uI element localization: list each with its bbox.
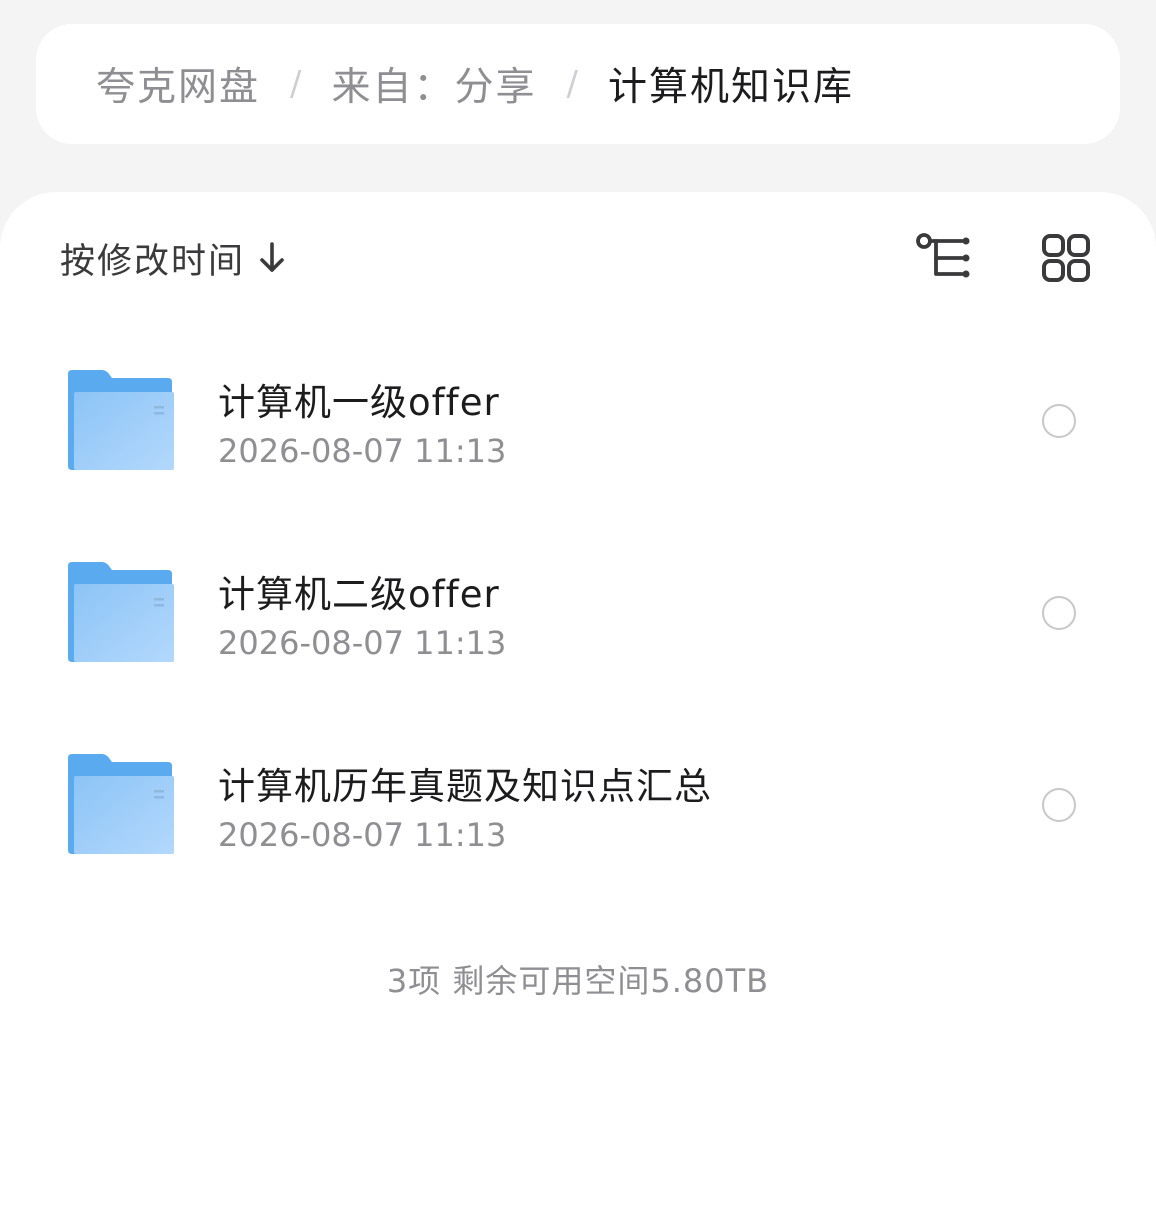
breadcrumb-item-current: 计算机知识库 xyxy=(607,65,854,110)
list-item[interactable]: 计算机二级offer 2026-08-07 11:13 xyxy=(0,534,1156,726)
file-date: 2026-08-07 11:13 xyxy=(218,432,507,470)
arrow-down-icon xyxy=(260,242,284,272)
folder-icon xyxy=(68,370,174,470)
file-list: 计算机一级offer 2026-08-07 11:13 计算机二级offer 2… xyxy=(0,342,1156,918)
breadcrumb-item-shared[interactable]: 来自：分享 xyxy=(331,56,536,112)
file-name: 计算机历年真题及知识点汇总 xyxy=(218,765,712,808)
file-name: 计算机一级offer xyxy=(218,381,500,424)
file-date: 2026-08-07 11:13 xyxy=(218,624,507,662)
sort-label: 按修改时间 xyxy=(60,241,246,282)
file-date: 2026-08-07 11:13 xyxy=(218,816,507,854)
select-checkbox[interactable] xyxy=(1042,596,1076,630)
grid-view-icon[interactable] xyxy=(1036,228,1096,288)
tree-view-icon[interactable] xyxy=(912,228,972,288)
breadcrumb: 夸克网盘 / 来自：分享 / 计算机知识库 xyxy=(36,24,1120,144)
list-item[interactable]: 计算机一级offer 2026-08-07 11:13 xyxy=(0,342,1156,534)
select-checkbox[interactable] xyxy=(1042,788,1076,822)
breadcrumb-separator: / xyxy=(290,64,302,104)
file-panel: 按修改时间 计算机一级offer 2026-08-07 11:13 计算机二级o… xyxy=(0,192,1156,1229)
folder-icon xyxy=(68,562,174,662)
breadcrumb-separator: / xyxy=(566,64,578,104)
breadcrumb-item-quark-drive[interactable]: 夸克网盘 xyxy=(96,56,260,112)
folder-icon xyxy=(68,754,174,854)
storage-summary: 3项 剩余可用空间5.80TB xyxy=(386,962,770,1000)
sort-button[interactable]: 按修改时间 xyxy=(60,230,287,286)
file-name: 计算机二级offer xyxy=(218,573,500,616)
list-item[interactable]: 计算机历年真题及知识点汇总 2026-08-07 11:13 xyxy=(0,726,1156,918)
select-checkbox[interactable] xyxy=(1042,404,1076,438)
